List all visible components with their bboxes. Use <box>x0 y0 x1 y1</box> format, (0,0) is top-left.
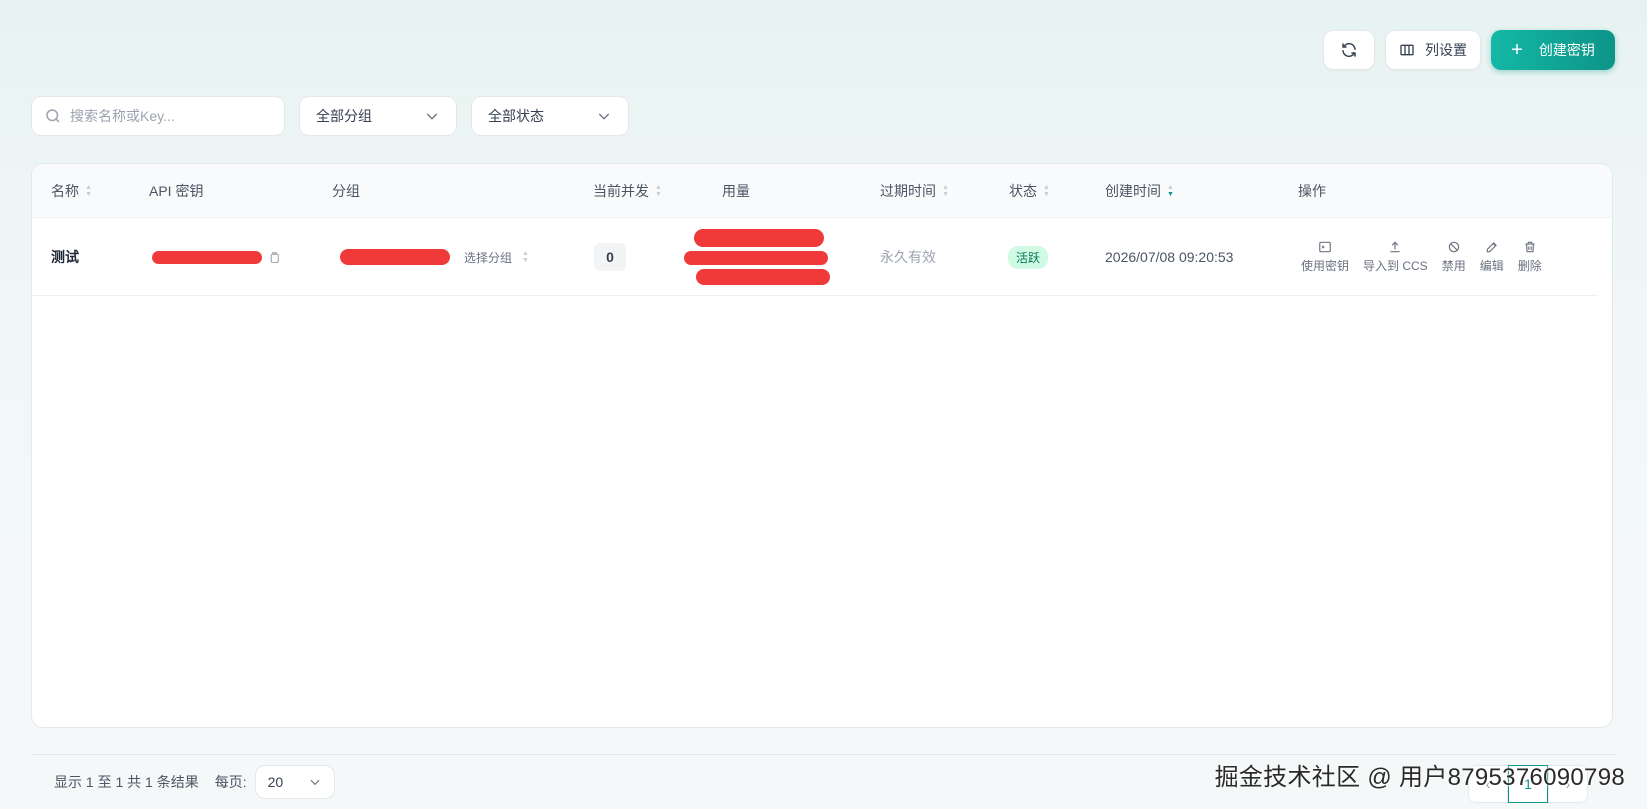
chevron-down-icon <box>598 113 610 120</box>
redacted-group <box>340 249 450 265</box>
row-created: 2026/07/08 09:20:53 <box>1105 249 1234 265</box>
refresh-button[interactable] <box>1323 30 1375 70</box>
header-api-key-label: API 密钥 <box>149 183 204 199</box>
toolbar: 列设置 + 创建密钥 <box>1323 30 1615 70</box>
search-input[interactable] <box>70 108 270 124</box>
page-button-current[interactable]: 1 <box>1508 765 1548 803</box>
upload-icon <box>1390 241 1401 253</box>
edit-label: 编辑 <box>1479 259 1504 273</box>
per-page: 每页: 20 <box>215 765 335 799</box>
concurrency-badge: 0 <box>594 243 626 271</box>
next-page-button[interactable]: › <box>1548 765 1588 803</box>
prev-page-button[interactable]: ‹ <box>1468 765 1508 803</box>
per-page-label: 每页: <box>214 774 247 790</box>
group-filter-select[interactable]: 全部分组 <box>299 96 457 136</box>
header-name[interactable]: 名称 ▲ ▼ <box>51 164 92 218</box>
sort-icon: ▲ ▼ <box>655 184 662 198</box>
redacted-usage <box>694 229 824 247</box>
disable-label: 禁用 <box>1441 259 1466 273</box>
header-created[interactable]: 创建时间 ▲ ▼ <box>1105 164 1174 218</box>
header-concurrency-label: 当前并发 <box>593 183 649 199</box>
header-expires-label: 过期时间 <box>880 183 936 199</box>
per-page-value: 20 <box>267 774 284 790</box>
api-keys-table: 名称 ▲ ▼ API 密钥 分组 当前并发 ▲ ▼ 用量 过期时间 ▲ ▼ 状态 ▲ ▼… <box>31 163 1613 728</box>
sort-icon: ▲ ▼ <box>1167 184 1174 198</box>
status-filter-select[interactable]: 全部状态 <box>471 96 629 136</box>
terminal-icon <box>1319 241 1331 253</box>
create-key-button[interactable]: + 创建密钥 <box>1491 30 1615 70</box>
delete-label: 删除 <box>1517 259 1542 273</box>
header-status-label: 状态 <box>1009 183 1037 199</box>
header-usage: 用量 <box>722 164 750 218</box>
create-key-label: 创建密钥 <box>1538 42 1595 58</box>
results-summary: 显示 1 至 1 共 1 条结果 <box>54 774 199 790</box>
column-settings-button[interactable]: 列设置 <box>1385 30 1481 70</box>
row-concurrency: 0 <box>594 218 626 296</box>
header-status[interactable]: 状态 ▲ ▼ <box>1009 164 1050 218</box>
copy-icon[interactable] <box>268 251 281 264</box>
filters-bar: 全部分组 全部状态 <box>31 96 629 136</box>
refresh-icon <box>1342 42 1356 58</box>
sort-icon: ▲ ▼ <box>1043 184 1050 198</box>
columns-icon <box>1400 44 1414 56</box>
chevron-left-icon: ‹ <box>1485 776 1491 792</box>
import-ccs-label: 导入到 CCS <box>1363 259 1428 273</box>
use-key-label: 使用密钥 <box>1301 259 1350 273</box>
use-key-action[interactable]: 使用密钥 <box>1301 240 1349 274</box>
chevron-updown-icon: ▲ ▼ <box>522 250 529 264</box>
per-page-select[interactable]: 20 <box>254 765 335 799</box>
sort-icon: ▲ ▼ <box>942 184 949 198</box>
redacted-usage <box>684 251 828 265</box>
search-box <box>31 96 285 136</box>
header-name-label: 名称 <box>51 183 79 199</box>
header-actions: 操作 <box>1298 164 1326 218</box>
chevron-right-icon: › <box>1565 776 1571 792</box>
header-api-key: API 密钥 <box>149 164 203 218</box>
chevron-down-icon <box>310 779 320 786</box>
sort-icon: ▲ ▼ <box>85 184 92 198</box>
row-status: 活跃 <box>1008 218 1049 296</box>
header-actions-label: 操作 <box>1298 183 1326 199</box>
delete-action[interactable]: 删除 <box>1518 240 1542 274</box>
chevron-down-icon <box>426 113 438 120</box>
redacted-api-key <box>152 250 262 264</box>
header-concurrency[interactable]: 当前并发 ▲ ▼ <box>593 164 662 218</box>
row-usage <box>684 218 830 296</box>
column-settings-label: 列设置 <box>1425 42 1467 58</box>
header-group: 分组 <box>332 164 360 218</box>
header-expires[interactable]: 过期时间 ▲ ▼ <box>880 164 949 218</box>
header-created-label: 创建时间 <box>1105 183 1161 199</box>
redacted-usage <box>696 269 830 285</box>
search-icon <box>46 109 60 123</box>
status-badge: 活跃 <box>1008 245 1049 269</box>
edit-icon <box>1486 242 1497 253</box>
pagination-footer: 显示 1 至 1 共 1 条结果 每页: 20 ‹ 1 › <box>31 754 1616 809</box>
disable-action[interactable]: 禁用 <box>1442 240 1466 274</box>
trash-icon <box>1525 241 1535 253</box>
group-filter-value: 全部分组 <box>316 108 372 124</box>
table-row: 测试 选择分组 ▲ ▼ 0 永久有效 活跃 2026/07/08 09:20:53 <box>32 218 1598 296</box>
row-actions: 使用密钥 导入到 CCS 禁用 编辑 删除 <box>1301 218 1542 296</box>
pager: ‹ 1 › <box>1468 765 1588 803</box>
header-usage-label: 用量 <box>722 183 750 199</box>
plus-icon: + <box>1511 39 1523 61</box>
import-ccs-action[interactable]: 导入到 CCS <box>1363 240 1428 274</box>
row-name: 测试 <box>51 249 79 265</box>
header-group-label: 分组 <box>332 183 360 199</box>
ban-icon <box>1448 241 1459 253</box>
group-select-label[interactable]: 选择分组 <box>464 249 512 266</box>
row-api-key <box>152 218 281 296</box>
table-header: 名称 ▲ ▼ API 密钥 分组 当前并发 ▲ ▼ 用量 过期时间 ▲ ▼ 状态 ▲ ▼… <box>32 164 1612 218</box>
edit-action[interactable]: 编辑 <box>1480 240 1504 274</box>
status-filter-value: 全部状态 <box>488 108 544 124</box>
row-expires: 永久有效 <box>880 249 936 265</box>
row-group: 选择分组 ▲ ▼ <box>340 218 529 296</box>
